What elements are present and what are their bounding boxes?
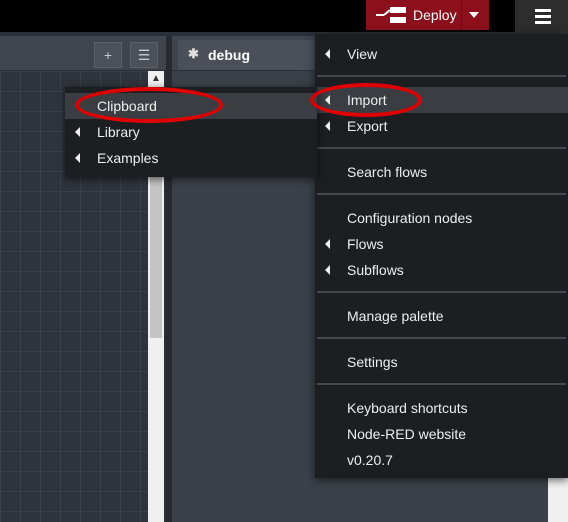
bug-icon: ✱ xyxy=(188,46,199,61)
tab-debug-label: debug xyxy=(208,47,250,63)
menu-item-export[interactable]: Export xyxy=(315,113,568,139)
tab-debug[interactable]: ✱ debug xyxy=(178,40,316,70)
menu-divider xyxy=(317,193,566,195)
menu-divider xyxy=(317,337,566,339)
menu-item-view[interactable]: View xyxy=(315,41,568,67)
submenu-item-label: Library xyxy=(97,124,140,140)
menu-item-label: Configuration nodes xyxy=(347,210,473,226)
chevron-left-icon xyxy=(75,153,80,163)
scroll-up-icon[interactable]: ▲ xyxy=(150,73,162,85)
menu-divider xyxy=(317,147,566,149)
menu-item-label: Manage palette xyxy=(347,308,444,324)
version-label: v0.20.7 xyxy=(347,452,393,468)
import-submenu: Clipboard Library Examples xyxy=(65,87,317,177)
main-menu: View Import Export Search flows Configur… xyxy=(315,34,568,478)
menu-item-node-red-website[interactable]: Node-RED website xyxy=(315,421,568,447)
menu-item-label: Settings xyxy=(347,354,398,370)
list-flows-button[interactable]: ☰ xyxy=(130,42,158,68)
chevron-left-icon xyxy=(325,265,330,275)
header-bar: Deploy xyxy=(0,0,568,32)
submenu-item-label: Clipboard xyxy=(97,98,157,114)
menu-item-label: View xyxy=(347,46,378,62)
add-flow-button[interactable]: + xyxy=(94,42,122,68)
deploy-divider xyxy=(461,0,462,30)
hamburger-icon-line xyxy=(535,15,551,18)
menu-item-configuration-nodes[interactable]: Configuration nodes xyxy=(315,205,568,231)
chevron-left-icon xyxy=(325,239,330,249)
deploy-button[interactable]: Deploy xyxy=(366,0,489,30)
menu-item-version: v0.20.7 xyxy=(315,447,568,473)
menu-item-label: Node-RED website xyxy=(347,426,467,442)
menu-item-keyboard-shortcuts[interactable]: Keyboard shortcuts xyxy=(315,395,568,421)
menu-item-label: Search flows xyxy=(347,164,428,180)
menu-divider xyxy=(317,291,566,293)
hamburger-icon-line xyxy=(535,21,551,24)
main-menu-button[interactable] xyxy=(515,0,568,32)
chevron-down-icon[interactable] xyxy=(469,12,479,18)
menu-item-label: Import xyxy=(347,92,387,108)
menu-item-flows[interactable]: Flows xyxy=(315,231,568,257)
hamburger-icon xyxy=(535,9,551,12)
menu-item-label: Keyboard shortcuts xyxy=(347,400,468,416)
chevron-left-icon xyxy=(325,121,330,131)
menu-item-settings[interactable]: Settings xyxy=(315,349,568,375)
chevron-left-icon xyxy=(75,127,80,137)
sidebar-scrollbar[interactable] xyxy=(548,478,568,522)
scrollbar-thumb[interactable] xyxy=(150,163,162,338)
submenu-item-library[interactable]: Library xyxy=(65,119,317,145)
submenu-item-examples[interactable]: Examples xyxy=(65,145,317,171)
chevron-left-icon xyxy=(325,95,330,105)
submenu-item-clipboard[interactable]: Clipboard xyxy=(65,93,317,119)
menu-item-subflows[interactable]: Subflows xyxy=(315,257,568,283)
deploy-icon xyxy=(376,7,406,23)
deploy-label: Deploy xyxy=(413,7,457,23)
menu-item-label: Subflows xyxy=(347,262,404,278)
menu-item-import[interactable]: Import xyxy=(315,87,568,113)
menu-item-search-flows[interactable]: Search flows xyxy=(315,159,568,185)
menu-item-label: Export xyxy=(347,118,388,134)
menu-item-label: Flows xyxy=(347,236,384,252)
submenu-item-label: Examples xyxy=(97,150,159,166)
menu-divider xyxy=(317,75,566,77)
menu-item-manage-palette[interactable]: Manage palette xyxy=(315,303,568,329)
menu-divider xyxy=(317,383,566,385)
chevron-left-icon xyxy=(325,49,330,59)
